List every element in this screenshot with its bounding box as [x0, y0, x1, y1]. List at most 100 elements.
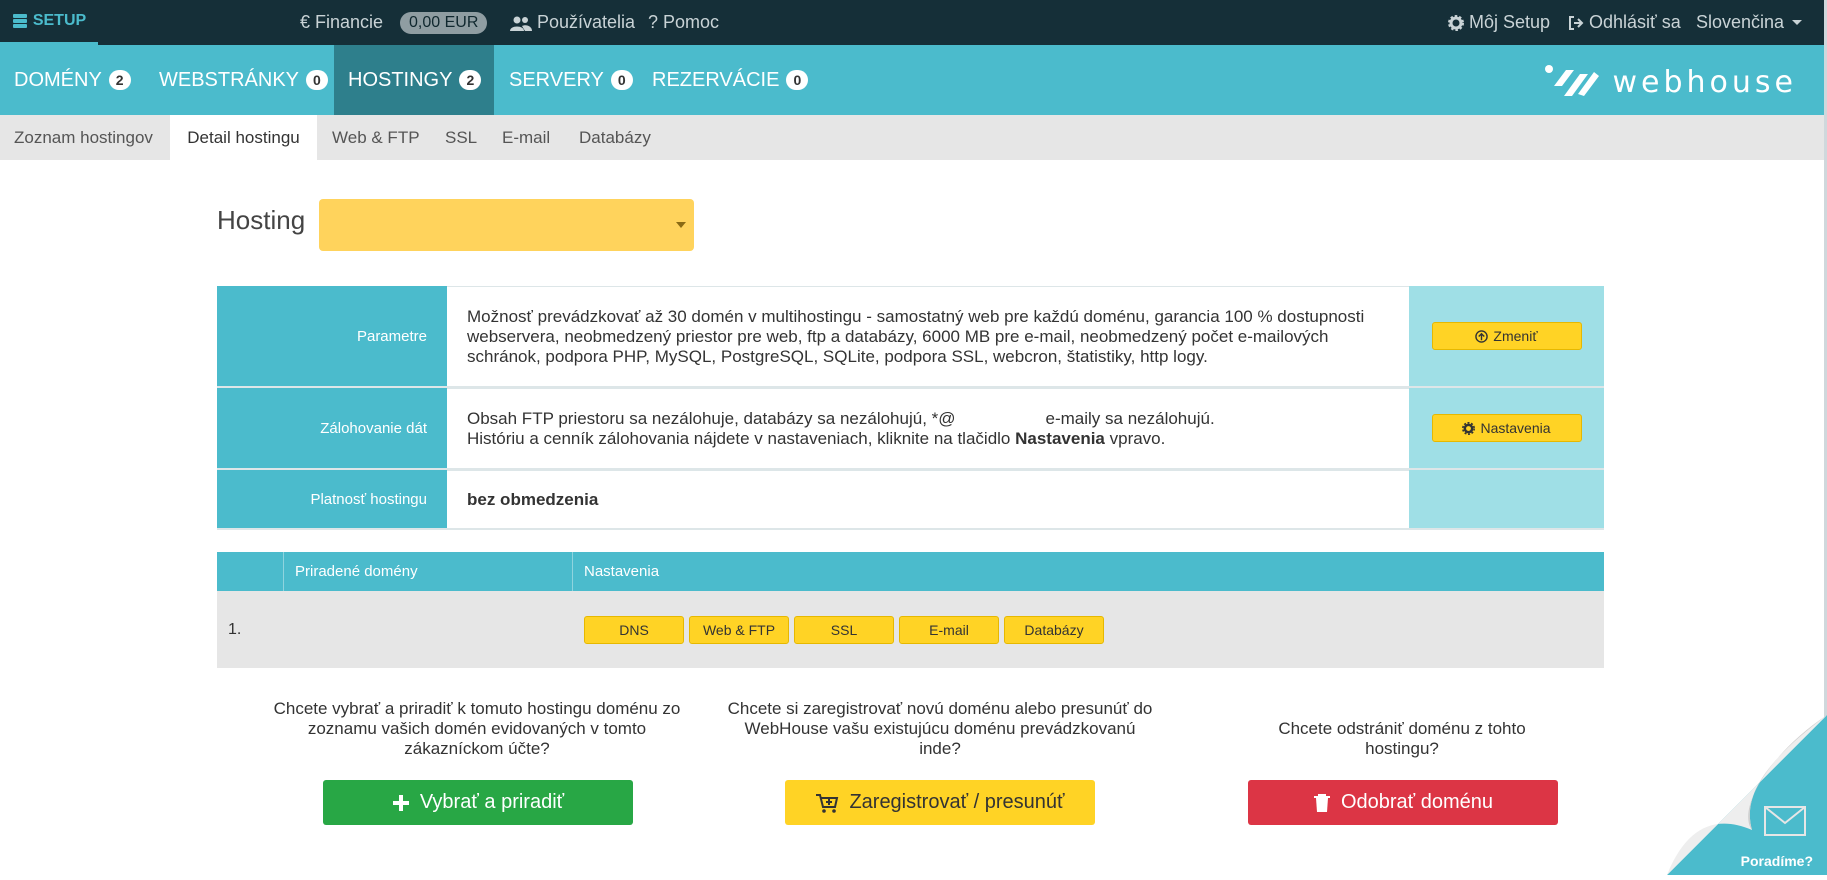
- settings-header: Nastavenia: [584, 563, 660, 580]
- validity-row: Platnosť hostingu bez obmedzenia: [217, 470, 1604, 530]
- tab-count: 0: [610, 70, 633, 90]
- validity-text: bez obmedzenia: [447, 470, 1409, 528]
- balance-badge: 0,00 EUR: [400, 11, 488, 34]
- remove-domain-text: Chcete odstrániť doménu z tohto hostingu…: [1278, 719, 1526, 758]
- subtab-ssl[interactable]: SSL: [431, 115, 491, 160]
- register-domain-button[interactable]: Zaregistrovať / presunúť: [785, 780, 1095, 825]
- setup-brand[interactable]: SETUP: [0, 0, 98, 45]
- trash-icon: [1313, 793, 1330, 812]
- logout-label: Odhlásiť sa: [1589, 12, 1681, 32]
- assign-domain-button-label: Vybrať a priradiť: [419, 791, 565, 813]
- question-icon: ?: [648, 12, 659, 32]
- params-description: Možnosť prevádzkovať až 30 domén v multi…: [467, 306, 1365, 366]
- row-index: 1.: [228, 620, 242, 638]
- tab-reservations[interactable]: REZERVÁCIE 0: [638, 45, 822, 115]
- my-setup-link[interactable]: Môj Setup: [1448, 0, 1550, 45]
- backup-line2-a: Históriu a cenník zálohovania nájdete v …: [467, 428, 1016, 448]
- dns-button[interactable]: DNS: [584, 615, 684, 644]
- help-corner[interactable]: Poradíme?: [1647, 715, 1827, 875]
- params-action-cell: Zmeniť: [1409, 286, 1604, 386]
- web-ftp-button[interactable]: Web & FTP: [689, 615, 789, 644]
- tab-count: 0: [306, 70, 328, 90]
- tab-count: 2: [108, 70, 131, 90]
- backup-row: Zálohovanie dát Obsah FTP priestoru sa n…: [217, 388, 1604, 470]
- ssl-button[interactable]: SSL: [794, 615, 894, 644]
- chevron-down-icon: [1792, 20, 1803, 25]
- tab-label: REZERVÁCIE: [652, 68, 780, 91]
- tab-count: 0: [786, 70, 809, 90]
- subtab-hosting-list[interactable]: Zoznam hostingov: [0, 115, 167, 160]
- subtab-databases[interactable]: Databázy: [565, 115, 665, 160]
- backup-line1-b: e-maily sa nezálohujú.: [1045, 408, 1215, 428]
- cart-plus-icon: [816, 793, 839, 813]
- logout-icon: [1569, 15, 1584, 30]
- help-label: Pomoc: [663, 12, 720, 32]
- assign-domain-button[interactable]: Vybrať a priradiť: [323, 780, 633, 825]
- users-label: Používatelia: [537, 12, 636, 32]
- tab-label: WEBSTRÁNKY: [159, 68, 300, 91]
- chevron-down-icon: [676, 222, 686, 228]
- gear-icon: [1448, 14, 1464, 31]
- subtab-email[interactable]: E-mail: [488, 115, 564, 160]
- language-label: Slovenčina: [1696, 12, 1785, 32]
- help-corner-label: Poradíme?: [1740, 853, 1813, 869]
- validity-label: Platnosť hostingu: [217, 470, 447, 528]
- webhouse-logo-icon: [1545, 65, 1600, 96]
- register-domain-text: Chcete si zaregistrovať novú doménu aleb…: [727, 699, 1153, 758]
- tab-hostings[interactable]: HOSTINGY 2: [334, 45, 494, 115]
- change-button-label: Zmeniť: [1493, 328, 1538, 344]
- hosting-label: Hosting: [217, 205, 306, 235]
- hosting-params-table: Parametre Možnosť prevádzkovať až 30 dom…: [217, 286, 1604, 530]
- params-row: Parametre Možnosť prevádzkovať až 30 dom…: [217, 286, 1604, 388]
- language-dropdown[interactable]: Slovenčina: [1696, 0, 1803, 45]
- webhouse-logo[interactable]: webhouse: [1544, 62, 1797, 102]
- hosting-select[interactable]: [319, 199, 694, 251]
- tab-label: DOMÉNY: [14, 68, 102, 91]
- assigned-domains-header: Priradené domény: [284, 552, 573, 591]
- backup-label: Zálohovanie dát: [217, 388, 447, 468]
- euro-icon: €: [300, 12, 311, 32]
- circle-arrow-up-icon: [1475, 329, 1489, 343]
- tab-label: SERVERY: [509, 68, 604, 91]
- tab-websites[interactable]: WEBSTRÁNKY 0: [145, 45, 342, 115]
- tab-domains[interactable]: DOMÉNY 2: [0, 45, 145, 115]
- users-link[interactable]: Používatelia: [510, 0, 635, 45]
- params-text: Možnosť prevádzkovať až 30 domén v multi…: [447, 286, 1409, 386]
- finance-link[interactable]: € Financie: [300, 0, 383, 45]
- tab-count: 2: [459, 70, 482, 90]
- email-button[interactable]: E-mail: [899, 615, 999, 644]
- change-button[interactable]: Zmeniť: [1431, 322, 1582, 350]
- backup-settings-button[interactable]: Nastavenia: [1431, 414, 1582, 442]
- tab-label: HOSTINGY: [348, 68, 453, 91]
- row-settings: DNS Web & FTP SSL E-mail Databázy: [573, 591, 1604, 668]
- logout-link[interactable]: Odhlásiť sa: [1568, 0, 1681, 45]
- validity-action-cell: [1409, 470, 1604, 528]
- logo-text: webhouse: [1612, 64, 1797, 100]
- sub-nav: Zoznam hostingov Detail hostingu Web & F…: [0, 115, 1827, 160]
- subtab-web-ftp[interactable]: Web & FTP: [318, 115, 434, 160]
- help-link[interactable]: ? Pomoc: [648, 0, 719, 45]
- subtab-hosting-detail[interactable]: Detail hostingu: [170, 115, 317, 160]
- balance-badge-wrap[interactable]: 0,00 EUR: [400, 0, 488, 45]
- remove-domain-button[interactable]: Odobrať doménu: [1248, 780, 1558, 825]
- backup-line2-bold: Nastavenia: [1015, 428, 1105, 448]
- assign-domain-text: Chcete vybrať a priradiť k tomuto hostin…: [273, 699, 681, 758]
- tab-servers[interactable]: SERVERY 0: [495, 45, 647, 115]
- backup-text: Obsah FTP priestoru sa nezálohuje, datab…: [447, 388, 1409, 468]
- index-header: [217, 552, 284, 591]
- table-row: 1. DNS Web & FTP SSL E-mail Databázy: [217, 591, 1604, 668]
- my-setup-label: Môj Setup: [1469, 12, 1551, 32]
- top-bar: SETUP € Financie 0,00 EUR Používatelia ?…: [0, 0, 1827, 45]
- backup-settings-label: Nastavenia: [1480, 420, 1551, 436]
- remove-domain-button-label: Odobrať doménu: [1340, 791, 1494, 813]
- validity-value: bez obmedzenia: [467, 489, 599, 509]
- brand-label: SETUP: [32, 12, 87, 29]
- finance-label: Financie: [315, 12, 384, 32]
- backup-line2-b: vpravo.: [1104, 428, 1166, 448]
- register-domain-button-label: Zaregistrovať / presunúť: [849, 791, 1065, 813]
- row-domain: [284, 591, 573, 668]
- backup-line1-a: Obsah FTP priestoru sa nezálohuje, datab…: [467, 408, 956, 428]
- assigned-domains-table: Priradené domény Nastavenia 1. DNS Web &…: [217, 552, 1604, 668]
- params-label: Parametre: [217, 286, 447, 386]
- databases-button[interactable]: Databázy: [1004, 615, 1104, 644]
